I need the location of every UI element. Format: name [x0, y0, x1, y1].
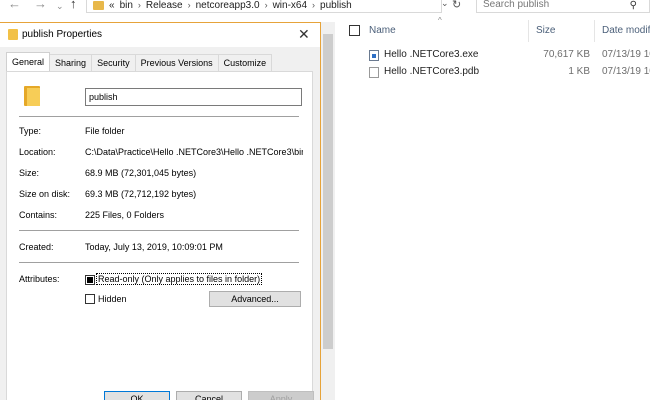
size-value: 68.9 MB (72,301,045 bytes) — [85, 168, 197, 178]
file-date: 07/13/19 10:09 — [602, 49, 650, 60]
breadcrumb-win-x64[interactable]: win-x64 — [273, 0, 307, 11]
created-label: Created: — [19, 242, 54, 252]
contains-value: 225 Files, 0 Folders — [85, 210, 165, 220]
close-icon[interactable]: ✕ — [298, 26, 310, 43]
select-all-checkbox[interactable] — [349, 25, 360, 36]
folder-name-input[interactable] — [85, 88, 302, 106]
breadcrumb-release[interactable]: Release — [146, 0, 183, 11]
breadcrumb-netcoreapp[interactable]: netcoreapp3.0 — [196, 0, 260, 11]
apply-button[interactable]: Apply — [248, 391, 314, 400]
hidden-label[interactable]: Hidden — [98, 294, 127, 304]
advanced-button[interactable]: Advanced... — [209, 291, 301, 307]
properties-dialog: publish Properties ✕ General Sharing Sec… — [0, 22, 321, 400]
sort-ascending-icon: ^ — [438, 16, 442, 25]
size-on-disk-value: 69.3 MB (72,712,192 bytes) — [85, 189, 197, 199]
file-size: 70,617 KB — [543, 49, 590, 60]
hidden-checkbox[interactable] — [85, 294, 95, 304]
file-size: 1 KB — [568, 66, 590, 77]
search-placeholder: Search publish — [483, 0, 550, 10]
breadcrumb-overflow[interactable]: « — [109, 0, 115, 11]
tab-customize[interactable]: Customize — [217, 54, 273, 71]
file-name: Hello .NETCore3.pdb — [384, 66, 480, 77]
tab-previous-versions[interactable]: Previous Versions — [134, 54, 219, 71]
size-label: Size: — [19, 168, 40, 178]
exe-file-icon — [369, 50, 379, 61]
vertical-scrollbar[interactable] — [321, 22, 335, 400]
divider — [19, 262, 299, 263]
refresh-icon[interactable]: ↻ — [452, 0, 461, 11]
breadcrumb-separator-icon[interactable]: › — [265, 0, 268, 10]
tab-general[interactable]: General — [6, 52, 51, 71]
file-date: 07/13/19 10:09 — [602, 66, 650, 77]
type-label: Type: — [19, 126, 42, 136]
search-input[interactable]: Search publish ⚲ — [476, 0, 650, 13]
breadcrumb-separator-icon[interactable]: › — [312, 0, 315, 10]
scrollbar-thumb[interactable] — [323, 34, 333, 349]
breadcrumb-separator-icon[interactable]: › — [138, 0, 141, 10]
cancel-button[interactable]: Cancel — [176, 391, 242, 400]
dialog-title: publish Properties — [22, 29, 103, 40]
folder-icon — [93, 0, 104, 10]
breadcrumb-bin[interactable]: bin — [120, 0, 133, 11]
recent-locations-chevron-icon[interactable]: ⌄ — [56, 0, 64, 13]
file-row[interactable]: Hello .NETCore3.exe 70,617 KB 07/13/19 1… — [366, 49, 650, 63]
divider — [19, 116, 299, 117]
location-label: Location: — [19, 147, 56, 157]
type-value: File folder — [85, 126, 125, 136]
breadcrumb-publish[interactable]: publish — [320, 0, 352, 11]
created-value: Today, July 13, 2019, 10:09:01 PM — [85, 242, 223, 252]
back-arrow-icon[interactable]: ← — [8, 0, 21, 11]
folder-icon — [8, 29, 18, 40]
search-icon[interactable]: ⚲ — [630, 0, 637, 12]
file-row[interactable]: Hello .NETCore3.pdb 1 KB 07/13/19 10:09 — [366, 66, 650, 80]
address-bar[interactable]: « bin › Release › netcoreapp3.0 › win-x6… — [86, 0, 442, 13]
divider — [19, 230, 299, 231]
explorer-nav-bar: ← → ⌄ ↑ « bin › Release › netcoreapp3.0 … — [0, 0, 650, 14]
file-list-header: ^ Name Size Date modified — [340, 16, 650, 42]
ok-button[interactable]: OK — [104, 391, 170, 400]
file-name: Hello .NETCore3.exe — [384, 49, 479, 60]
readonly-checkbox[interactable] — [85, 275, 95, 285]
column-divider[interactable] — [528, 20, 529, 42]
column-divider[interactable] — [594, 20, 595, 42]
large-folder-icon — [24, 86, 40, 106]
dialog-titlebar[interactable]: publish Properties ✕ — [0, 23, 320, 47]
address-dropdown-icon[interactable]: ⌄ — [441, 0, 449, 9]
size-on-disk-label: Size on disk: — [19, 189, 71, 199]
readonly-label[interactable]: Read-only (Only applies to files in fold… — [95, 273, 263, 285]
breadcrumb-separator-icon[interactable]: › — [188, 0, 191, 10]
column-header-name[interactable]: Name — [369, 25, 396, 36]
column-header-size[interactable]: Size — [536, 25, 555, 36]
tab-security[interactable]: Security — [91, 54, 136, 71]
document-file-icon — [369, 67, 379, 78]
general-panel: Type: File folder Location: C:\Data\Prac… — [6, 71, 313, 400]
attributes-label: Attributes: — [19, 274, 60, 284]
tab-sharing[interactable]: Sharing — [49, 54, 93, 71]
column-header-date-modified[interactable]: Date modified — [602, 25, 650, 36]
up-arrow-icon[interactable]: ↑ — [70, 0, 77, 11]
tab-strip: General Sharing Security Previous Versio… — [6, 52, 273, 71]
forward-arrow-icon[interactable]: → — [34, 0, 47, 11]
location-value: C:\Data\Practice\Hello .NETCore3\Hello .… — [85, 147, 303, 157]
contains-label: Contains: — [19, 210, 58, 220]
